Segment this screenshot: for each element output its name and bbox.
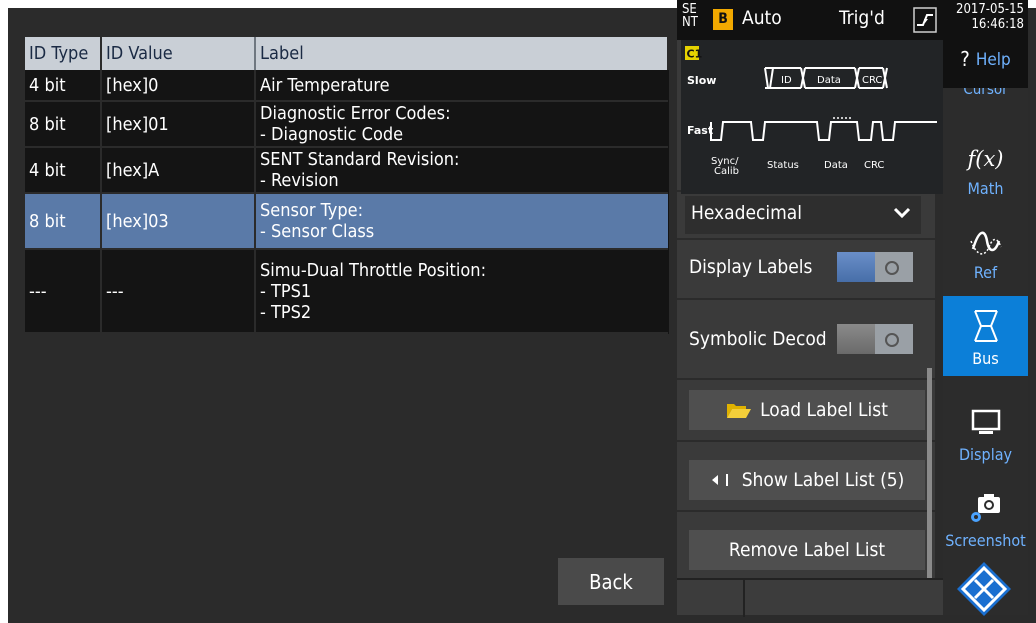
- help-label: Help: [975, 50, 1011, 70]
- id-value-cell: [hex]A: [101, 147, 256, 194]
- bus-label: Bus: [972, 349, 999, 368]
- menu-scrollbar[interactable]: [927, 368, 932, 578]
- screenshot-label: Screenshot: [945, 531, 1026, 550]
- display-button[interactable]: Display: [943, 394, 1028, 472]
- folder-open-icon: [727, 404, 752, 418]
- slow-field-data: Data: [817, 75, 841, 86]
- fast-field-status: Status: [767, 160, 799, 171]
- divider: [743, 580, 745, 617]
- reference-waveform-icon: [969, 231, 1002, 255]
- id-value-cell: [hex]0: [101, 70, 256, 102]
- bus-badge[interactable]: B: [713, 9, 733, 30]
- symbolic-decode-label: Symbolic Decod: [689, 328, 827, 350]
- slow-channel-label: Slow: [687, 74, 716, 87]
- math-button[interactable]: f(x) Math: [943, 132, 1028, 206]
- toggle-track: [837, 252, 875, 282]
- divider: [677, 378, 935, 380]
- symbolic-decode-row: Symbolic Decod: [677, 298, 935, 378]
- help-button[interactable]: ? Help: [943, 40, 1028, 88]
- math-label: Math: [967, 179, 1004, 198]
- datetime: 2017-05-15 16:46:18: [956, 2, 1024, 32]
- label-cell: Sensor Type: - Sensor Class: [255, 193, 668, 250]
- display-label: Display: [958, 445, 1013, 464]
- fast-frame-waveform: [710, 121, 937, 141]
- trigger-edge-icon[interactable]: [913, 7, 937, 33]
- cursor-button-partial[interactable]: Cursor: [943, 88, 1028, 102]
- remove-label-list-button[interactable]: Remove Label List: [689, 530, 925, 570]
- display-labels-toggle[interactable]: [837, 252, 913, 282]
- channel-badge-label: C1: [687, 48, 703, 61]
- back-button[interactable]: Back: [558, 558, 664, 605]
- format-select[interactable]: Hexadecimal: [685, 196, 921, 234]
- id-type-cell: 8 bit: [25, 101, 102, 148]
- trigger-status: Trig'd: [839, 7, 885, 29]
- chevron-down-icon: [893, 207, 911, 219]
- display-labels-row: Display Labels: [677, 238, 935, 298]
- fast-field-data: Data: [824, 160, 848, 171]
- divider: [677, 510, 935, 512]
- id-value-cell: ---: [101, 249, 256, 334]
- label-cell: Air Temperature: [255, 70, 668, 102]
- status-bar: SE NT B Auto Trig'd 2017-05-15 16:46:18: [677, 0, 1028, 40]
- toggle-knob: [885, 261, 899, 275]
- rohde-schwarz-logo[interactable]: [955, 560, 1013, 618]
- function-icon: f(x): [967, 147, 1004, 171]
- id-value-cell: [hex]01: [101, 101, 256, 148]
- bus-abbreviation: SE NT: [682, 2, 698, 30]
- id-type-cell: 4 bit: [25, 147, 102, 194]
- right-sidebar: ? Help Cursor f(x) Math Ref Bus Display: [943, 40, 1028, 615]
- label-cell: Simu-Dual Throttle Position: - TPS1 - TP…: [255, 249, 668, 334]
- table-row[interactable]: --- --- Simu-Dual Throttle Position: - TPS…: [25, 249, 668, 334]
- table-row[interactable]: 8 bit [hex]03 Sensor Type: - Sensor Class: [25, 193, 668, 250]
- display-labels-label: Display Labels: [689, 256, 813, 278]
- trigger-mode[interactable]: Auto: [742, 7, 782, 29]
- date: 2017-05-15: [956, 2, 1024, 17]
- id-type-cell: 8 bit: [25, 193, 102, 250]
- camera-gear-icon: [970, 494, 1000, 522]
- screenshot-button[interactable]: Screenshot: [943, 476, 1028, 558]
- show-label-list-button[interactable]: Show Label List (5): [689, 460, 925, 500]
- divider: [677, 440, 935, 442]
- fast-field-sync-calib: Sync/Calib: [711, 156, 739, 177]
- id-value-cell: [hex]03: [101, 193, 256, 250]
- column-header-id-value[interactable]: ID Value: [101, 37, 256, 70]
- bus-button[interactable]: Bus: [943, 296, 1028, 376]
- id-type-cell: ---: [25, 249, 102, 334]
- id-type-cell: 4 bit: [25, 70, 102, 102]
- toggle-track: [837, 324, 875, 354]
- time: 16:46:18: [971, 17, 1024, 32]
- monitor-icon: [971, 409, 1000, 434]
- table-row[interactable]: 4 bit [hex]A SENT Standard Revision: - Rev…: [25, 147, 668, 194]
- protocol-diagram-graphic: C1 Slow ID Data CRC Fast Sync/Calib Stat…: [685, 46, 937, 177]
- bus-signal-icon: [973, 310, 998, 342]
- help-icon: ?: [960, 47, 970, 71]
- toggle-knob: [885, 333, 899, 347]
- format-row: Hexadecimal: [677, 190, 935, 238]
- column-header-id-type[interactable]: ID Type: [25, 37, 102, 70]
- bottom-bar: [677, 578, 943, 617]
- label-list-table: ID Type ID Value Label 4 bit [hex]0 Air Te…: [25, 37, 669, 334]
- sent-protocol-diagram: C1 Slow ID Data CRC Fast Sync/Calib Stat…: [681, 40, 943, 194]
- column-header-label[interactable]: Label: [255, 37, 669, 70]
- format-value: Hexadecimal: [691, 202, 803, 224]
- ref-button[interactable]: Ref: [943, 212, 1028, 290]
- symbolic-decode-toggle[interactable]: [837, 324, 913, 354]
- load-label-list-button[interactable]: Load Label List: [689, 390, 925, 430]
- collapse-left-icon: [711, 474, 728, 486]
- table-row[interactable]: 4 bit [hex]0 Air Temperature: [25, 70, 668, 102]
- slow-field-crc: CRC: [862, 75, 882, 86]
- slow-field-id: ID: [781, 75, 792, 86]
- label-cell: Diagnostic Error Codes: - Diagnostic Cod…: [255, 101, 668, 148]
- label-cell: SENT Standard Revision: - Revision: [255, 147, 668, 194]
- table-row[interactable]: 8 bit [hex]01 Diagnostic Error Codes: - Di…: [25, 101, 668, 148]
- load-label-list-label: Load Label List: [760, 399, 888, 421]
- ref-label: Ref: [973, 263, 998, 282]
- table-header-row: ID Type ID Value Label: [25, 37, 669, 70]
- show-label-list-label: Show Label List (5): [741, 469, 905, 491]
- fast-channel-label: Fast: [687, 124, 713, 137]
- fast-field-crc: CRC: [864, 160, 884, 171]
